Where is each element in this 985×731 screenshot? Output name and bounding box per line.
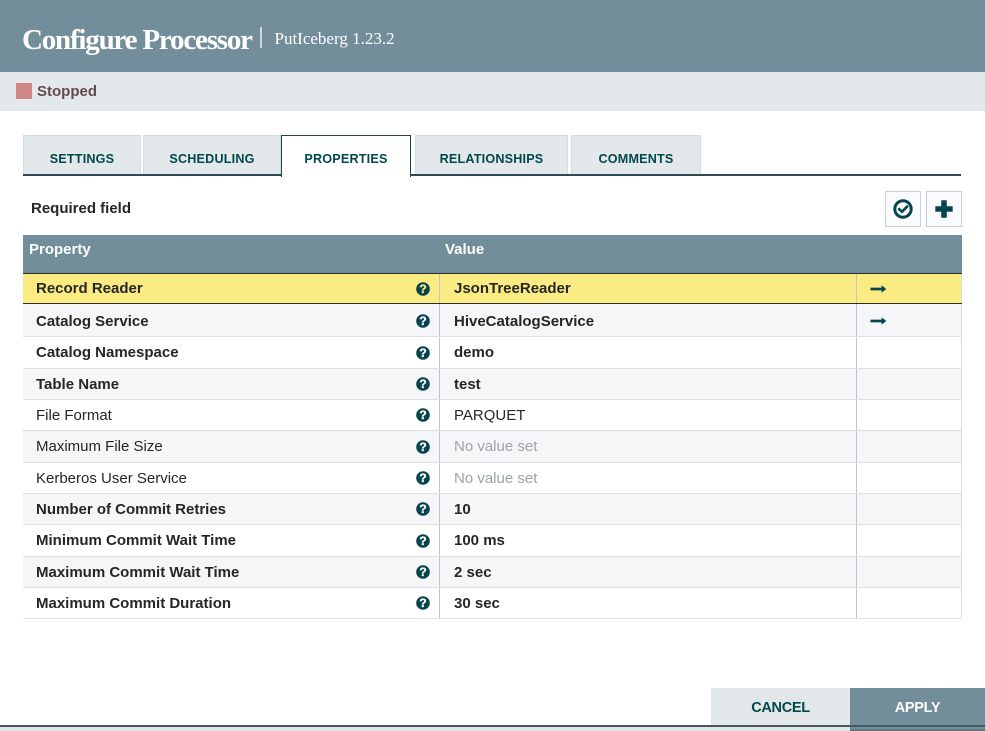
svg-text:?: ? (419, 471, 426, 485)
svg-text:?: ? (419, 408, 426, 422)
svg-text:?: ? (419, 282, 426, 296)
svg-text:?: ? (419, 314, 426, 328)
svg-text:?: ? (419, 377, 426, 391)
svg-text:?: ? (419, 346, 426, 360)
svg-text:?: ? (419, 534, 426, 548)
svg-text:?: ? (419, 440, 426, 454)
svg-text:?: ? (419, 596, 426, 610)
svg-text:?: ? (419, 502, 426, 516)
svg-text:?: ? (419, 565, 426, 579)
